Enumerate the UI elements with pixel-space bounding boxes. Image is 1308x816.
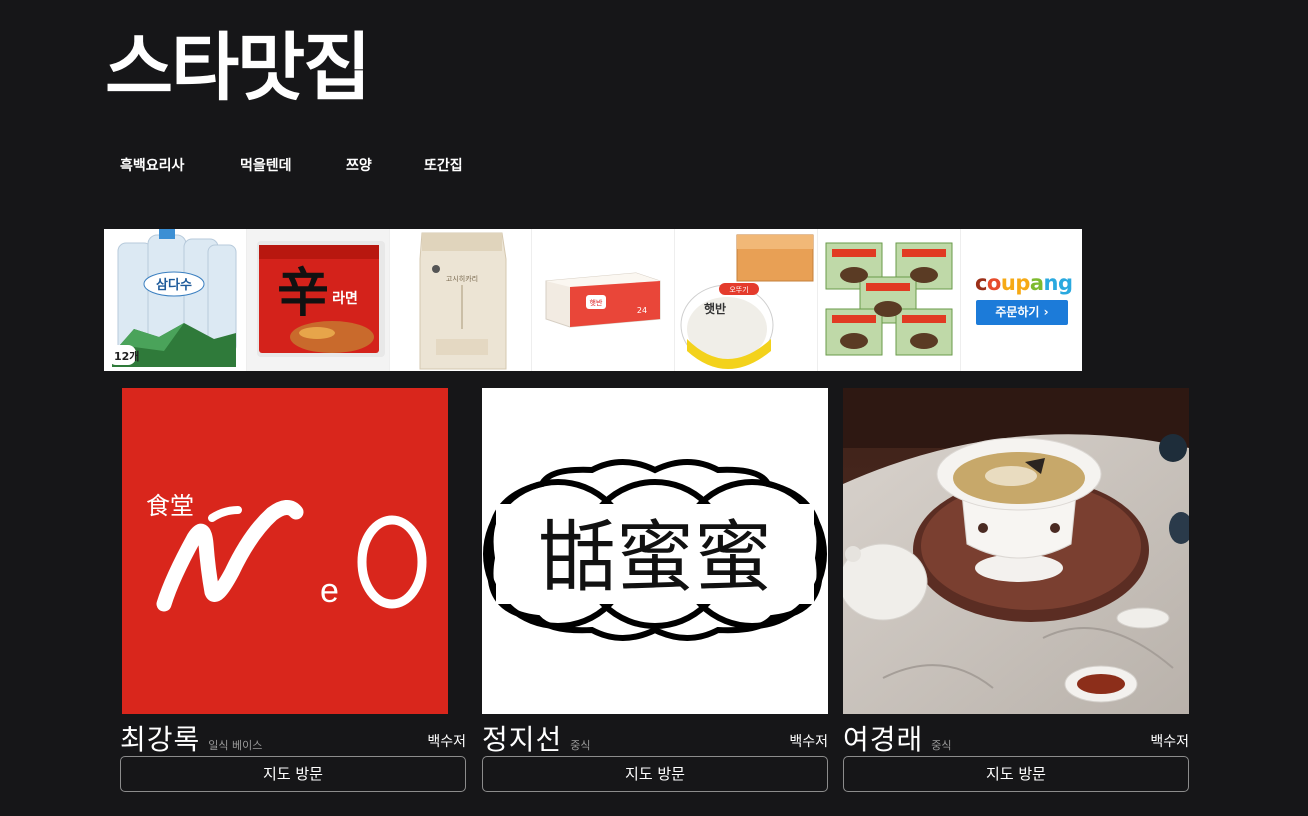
instant-rice-label: 햇반	[704, 301, 726, 316]
restaurant-image-soup[interactable]	[843, 388, 1189, 714]
restaurant-category: 일식 베이스	[208, 739, 263, 752]
nav-item-ttoganjip[interactable]: 또간집	[424, 154, 484, 178]
restaurant-category: 중식	[570, 739, 591, 752]
ad-product-ramen[interactable]: 辛 라면	[246, 229, 390, 371]
nav-item-tzuyang[interactable]: 쯔양	[346, 154, 424, 178]
ad-product-instant-rice[interactable]: 오뚜기 햇반	[675, 229, 819, 371]
chef-tier-badge: 백수저	[1150, 734, 1189, 750]
restaurant-image-neo[interactable]: 食堂 e	[120, 388, 466, 714]
page: 스타맛집 흑백요리사 먹을텐데 쯔양 또간집 삼다수 12개 辛 라면 고시히카…	[0, 0, 1308, 816]
site-title[interactable]: 스타맛집	[105, 18, 371, 118]
restaurant-name: 여경래 중식	[843, 723, 952, 756]
neo-logo-top-text: 食堂	[146, 493, 194, 520]
restaurant-info: 최강록 일식 베이스 백수저	[120, 714, 466, 758]
ad-product-rice-bag[interactable]: 고시히카리	[389, 229, 533, 371]
restaurant-name: 최강록 일식 베이스	[120, 723, 263, 756]
ad-product-water[interactable]: 삼다수 12개	[104, 229, 247, 371]
restaurant-card: 甛蜜蜜 정지선 중식 백수저 지도 방문	[482, 388, 828, 792]
restaurant-category: 중식	[931, 739, 952, 752]
svg-text:삼다수: 삼다수	[156, 277, 192, 293]
svg-text:e: e	[320, 572, 339, 610]
ad-product-rice-box[interactable]: 햇반 24	[532, 229, 676, 371]
nav-item-black-white-chef[interactable]: 흑백요리사	[120, 154, 240, 178]
coupang-logo: coupang	[974, 271, 1073, 295]
coupang-order-panel[interactable]: coupang 주문하기 ›	[961, 229, 1082, 371]
nav-item-meogeultende[interactable]: 먹을텐데	[240, 154, 346, 178]
svg-text:오뚜기: 오뚜기	[730, 285, 749, 294]
restaurant-info: 정지선 중식 백수저	[482, 714, 828, 758]
restaurant-card: 食堂 e 최강록 일식 베이스 백수저 지도 방문	[120, 388, 466, 792]
chef-tier-badge: 백수저	[789, 734, 828, 750]
water-pack-count: 12개	[114, 349, 139, 363]
coupang-ad-banner[interactable]: 삼다수 12개 辛 라면 고시히카리 햇반 24 오뚜기 햇반 coupang …	[104, 229, 1082, 371]
svg-text:햇반: 햇반	[590, 298, 603, 307]
svg-text:고시히카리: 고시히카리	[446, 274, 478, 283]
category-nav: 흑백요리사 먹을텐데 쯔양 또간집	[120, 154, 484, 178]
chef-tier-badge: 백수저	[427, 734, 466, 750]
coupang-order-button[interactable]: 주문하기 ›	[975, 300, 1068, 325]
tianmimi-logo-text: 甛蜜蜜	[538, 513, 772, 603]
ad-product-jjapagetti[interactable]	[818, 229, 961, 371]
svg-text:24: 24	[637, 306, 647, 315]
svg-text:라면: 라면	[332, 290, 358, 307]
restaurant-info: 여경래 중식 백수저	[843, 714, 1189, 758]
restaurant-name: 정지선 중식	[482, 723, 591, 756]
restaurant-image-tianmimi[interactable]: 甛蜜蜜	[482, 388, 828, 714]
restaurant-card: 여경래 중식 백수저 지도 방문	[843, 388, 1189, 792]
svg-text:辛: 辛	[277, 265, 329, 323]
